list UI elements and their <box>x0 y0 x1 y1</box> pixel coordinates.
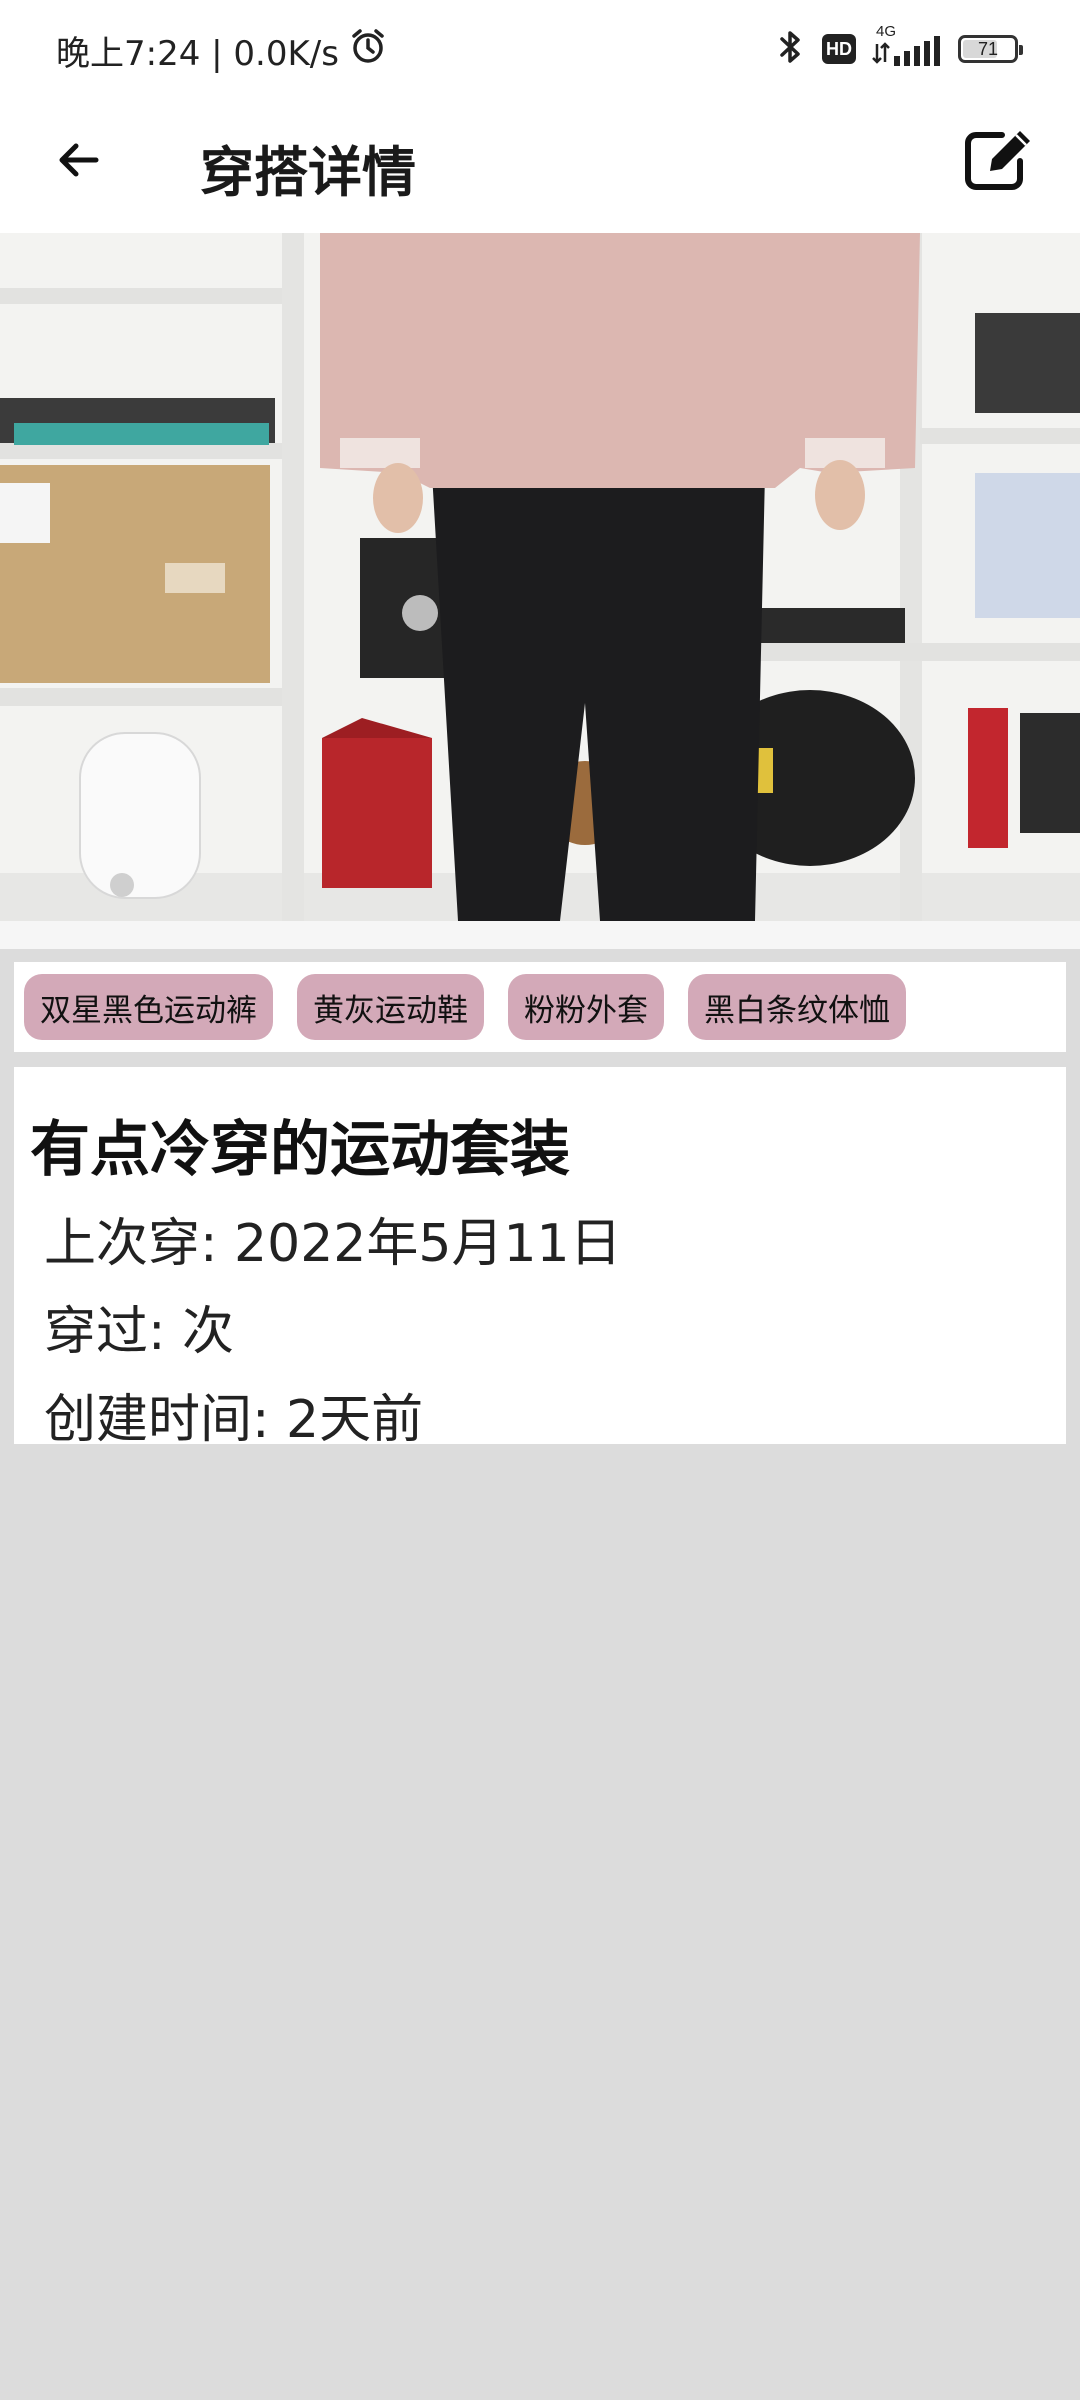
bluetooth-icon <box>774 28 806 70</box>
page-title: 穿搭详情 <box>200 141 416 204</box>
app-bar: 穿搭详情 <box>0 100 1080 233</box>
outfit-photo[interactable] <box>0 233 1080 921</box>
last-worn-text: 上次穿: 2022年5月11日 <box>44 1214 622 1274</box>
status-time: 晚上7:24 | 0.0K/s <box>56 34 339 74</box>
edit-button[interactable] <box>958 118 1042 202</box>
arrow-left-icon <box>59 143 99 177</box>
hd-icon: HD <box>822 34 856 64</box>
tag-chip[interactable]: 粉粉外套 <box>508 974 664 1040</box>
alarm-icon <box>349 27 387 74</box>
battery-level: 71 <box>977 38 999 59</box>
outfit-title: 有点冷穿的运动套装 <box>30 1115 570 1185</box>
edit-icon <box>965 131 1030 190</box>
outfit-photo-image <box>0 233 1080 921</box>
created-time-text: 创建时间: 2天前 <box>44 1390 424 1450</box>
tags-card: 双星黑色运动裤 黄灰运动鞋 粉粉外套 黑白条纹体恤 <box>14 962 1066 1052</box>
status-left: 晚上7:24 | 0.0K/s <box>56 26 387 75</box>
tag-chip[interactable]: 双星黑色运动裤 <box>24 974 273 1040</box>
status-bar: 晚上7:24 | 0.0K/s HD 4G 71 <box>0 0 1080 100</box>
outfit-info-card: 有点冷穿的运动套装 上次穿: 2022年5月11日 穿过: 次 创建时间: 2天… <box>14 1067 1066 1450</box>
worn-count-text: 穿过: 次 <box>44 1302 235 1362</box>
photo-bottom-strip <box>0 921 1080 949</box>
tag-chip[interactable]: 黑白条纹体恤 <box>688 974 906 1040</box>
battery-icon: 71 <box>958 35 1023 63</box>
tag-chip[interactable]: 黄灰运动鞋 <box>297 974 484 1040</box>
status-right: HD 4G 71 <box>774 23 1023 70</box>
back-button[interactable] <box>40 122 116 198</box>
signal-icon: 4G <box>872 23 942 69</box>
